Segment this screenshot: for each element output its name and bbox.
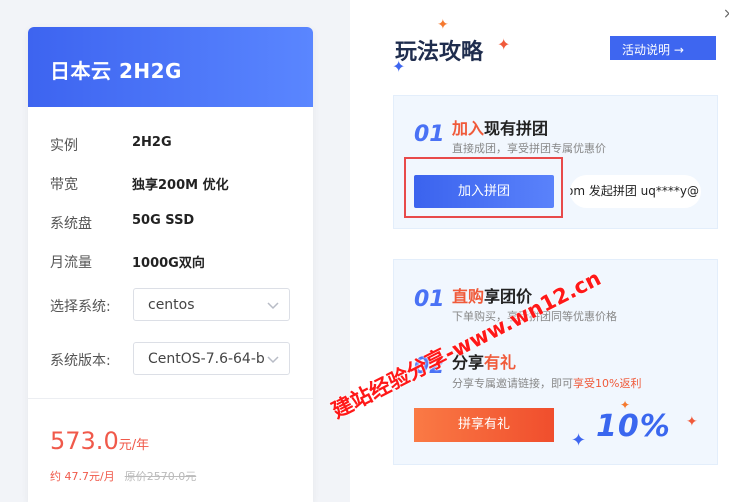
price-details: 约 47.7元/月 原价2570.0元 (50, 468, 196, 484)
step-number: 01 (414, 287, 445, 312)
ticker-text: om 发起拼团 uq****y@ (570, 184, 699, 198)
step-title: 加入现有拼团 (452, 115, 548, 139)
os-select[interactable]: centos (133, 288, 290, 321)
spec-value: 1000G双向 (132, 256, 205, 271)
divider (28, 398, 313, 399)
price-amount: 573.0 (50, 427, 119, 455)
annual-price: 573.0元/年 (50, 427, 149, 455)
version-select-label: 系统版本: (50, 353, 111, 369)
version-select-row: 系统版本: CentOS-7.6-64-bi (50, 342, 300, 376)
sparkle-icon: ✦ (571, 430, 587, 451)
join-group-button[interactable]: 加入拼团 (414, 175, 554, 208)
chevron-down-icon (265, 351, 281, 367)
spec-label: 带宽 (50, 177, 78, 193)
sparkle-icon: ✦ (686, 414, 698, 430)
product-title: 日本云 2H2G (28, 27, 313, 107)
os-select-value: centos (148, 297, 195, 313)
sparkle-icon: ✦ (392, 57, 406, 76)
spec-value: 2H2G (132, 135, 172, 150)
step-title-highlight: 直购 (452, 287, 485, 306)
spec-value: 独享200M 优化 (132, 178, 229, 193)
sparkle-icon: ✦ (497, 35, 511, 54)
group-ticker: om 发起拼团 uq****y@ (570, 175, 701, 208)
strategy-panel: × ✦ 玩法攻略 ✦ ✦ 活动说明 → 01 加入现有拼团 直接成团，享受拼团专… (350, 0, 729, 502)
sparkle-icon: ✦ (437, 17, 449, 33)
step-desc: 分享专属邀请链接，即可享受10%返利 (452, 375, 641, 391)
join-group-highlight: 加入拼团 (404, 157, 563, 218)
version-select[interactable]: CentOS-7.6-64-bi (133, 342, 290, 375)
step-desc-highlight: 享受10%返利 (573, 377, 642, 390)
spec-label: 系统盘 (50, 216, 92, 232)
version-select-value: CentOS-7.6-64-bi (148, 351, 269, 367)
step-desc: 直接成团，享受拼团专属优惠价 (452, 142, 606, 155)
product-card: 日本云 2H2G 实例 2H2G 带宽 独享200M 优化 系统盘 50G SS… (28, 27, 313, 502)
step-title-highlight: 有礼 (484, 353, 517, 372)
activity-info-button[interactable]: 活动说明 → (610, 36, 716, 60)
monthly-price: 约 47.7元/月 (50, 470, 115, 483)
promo-percent: 10% (596, 409, 671, 444)
step-number: 01 (414, 122, 445, 147)
step-desc-prefix: 分享专属邀请链接，即可 (452, 377, 573, 390)
panel-title: 玩法攻略 (395, 40, 484, 65)
spec-label: 月流量 (50, 255, 92, 271)
price-unit: 元/年 (118, 438, 150, 453)
spec-label: 实例 (50, 138, 78, 154)
share-reward-button[interactable]: 拼享有礼 (414, 408, 554, 442)
step-title-rest: 现有拼团 (484, 119, 549, 138)
original-price: 原价2570.0元 (124, 470, 197, 483)
os-select-row: 选择系统: centos (50, 288, 300, 322)
os-select-label: 选择系统: (50, 299, 111, 315)
step-title-highlight: 加入 (452, 119, 485, 138)
chevron-down-icon (265, 297, 281, 313)
close-icon[interactable]: × (723, 6, 729, 22)
spec-value: 50G SSD (132, 213, 195, 228)
